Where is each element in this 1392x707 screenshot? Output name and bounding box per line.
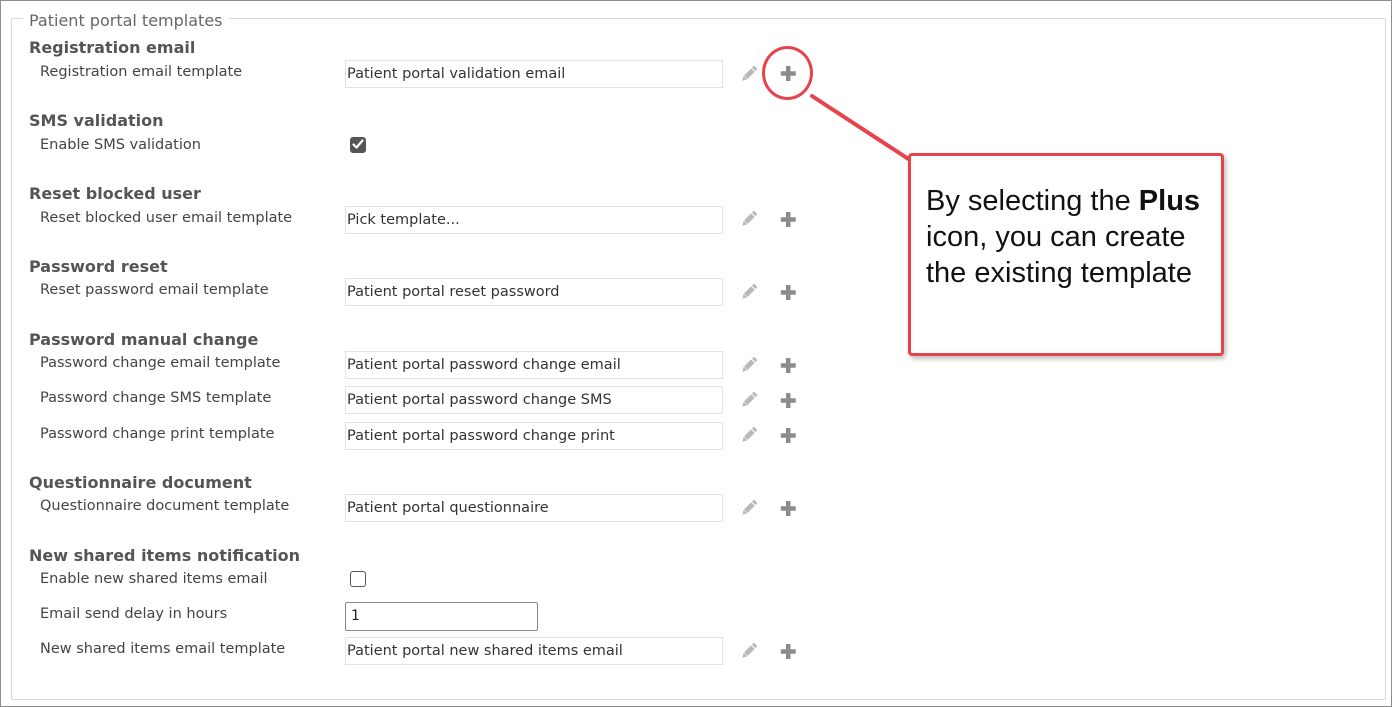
callout-text-before: By selecting the	[926, 185, 1139, 217]
callout-box: By selecting the Plus icon, you can crea…	[908, 153, 1224, 356]
callout-text: By selecting the Plus icon, you can crea…	[926, 183, 1216, 291]
callout-highlight-circle	[762, 46, 813, 100]
callout-text-bold: Plus	[1138, 185, 1201, 217]
callout-text-after: icon, you can create the existing templa…	[926, 221, 1192, 289]
